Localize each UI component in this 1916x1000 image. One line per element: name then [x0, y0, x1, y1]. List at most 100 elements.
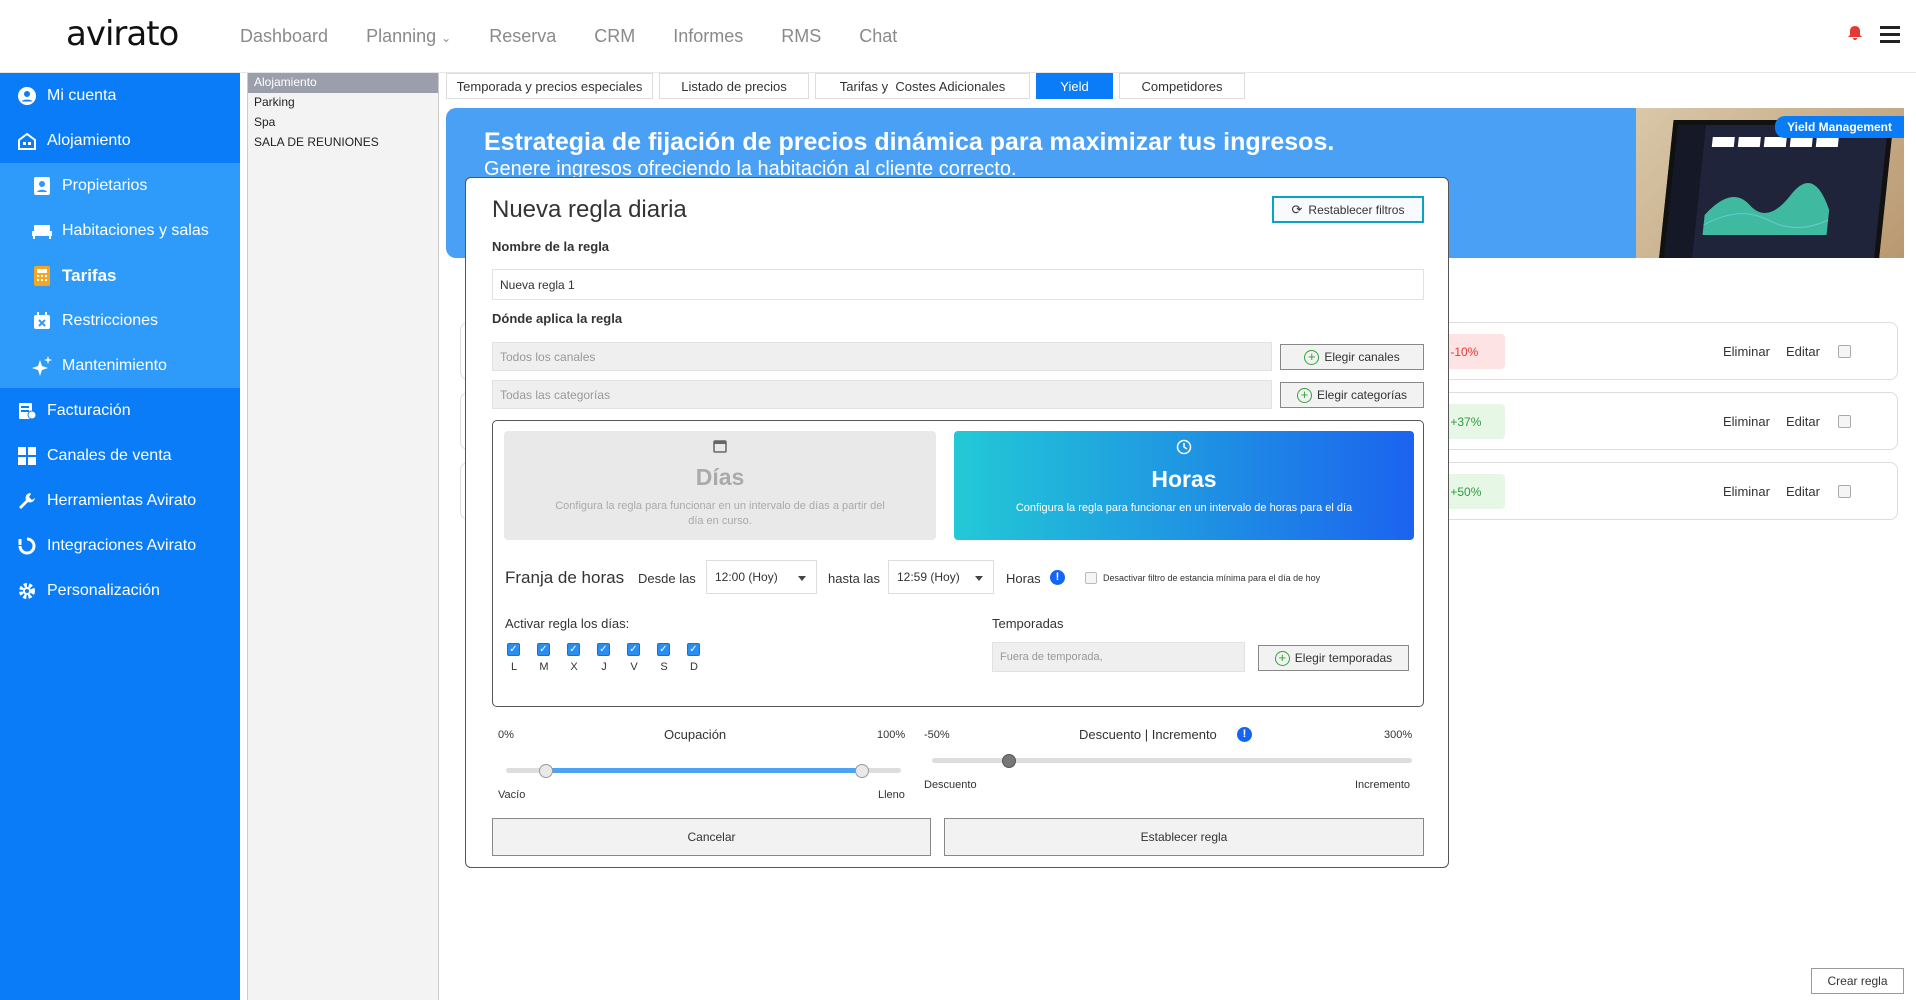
grid-icon	[17, 446, 37, 466]
tab-listado[interactable]: Listado de precios	[659, 73, 809, 99]
calculator-icon	[32, 265, 52, 286]
delete-link[interactable]: Eliminar	[1723, 484, 1770, 499]
hotel-icon	[17, 131, 37, 151]
nav-planning[interactable]: Planning ⌄	[366, 26, 451, 47]
category-list: Alojamiento Parking Spa SALA DE REUNIONE…	[247, 73, 439, 1000]
channels-input[interactable]: Todos los canales	[492, 342, 1272, 371]
nav-rms[interactable]: RMS	[781, 26, 821, 47]
main-nav: Dashboard Planning ⌄ Reserva CRM Informe…	[240, 26, 935, 47]
day-checkbox[interactable]: ✓ X	[567, 643, 581, 673]
nav-crm[interactable]: CRM	[594, 26, 635, 47]
day-checkbox[interactable]: ✓ D	[687, 643, 701, 673]
occupancy-max-handle[interactable]	[854, 764, 869, 778]
nav-informes[interactable]: Informes	[673, 26, 743, 47]
sidebar-item-herramientas[interactable]: Herramientas Avirato	[0, 478, 240, 523]
category-item[interactable]: SALA DE REUNIONES	[248, 133, 438, 153]
seasons-input[interactable]: Fuera de temporada,	[992, 642, 1245, 672]
chevron-down-icon: ⌄	[441, 31, 452, 45]
min-stay-checkbox[interactable]	[1085, 572, 1097, 584]
sidebar-item-tarifas[interactable]: Tarifas	[0, 253, 240, 298]
sidebar-item-propietarios[interactable]: Propietarios	[0, 163, 240, 208]
tab-tarifas[interactable]: Tarifas y Costes Adicionales	[815, 73, 1030, 99]
hours-mode-card[interactable]: Horas Configura la regla para funcionar …	[954, 431, 1414, 540]
discount-max: 300%	[1384, 729, 1413, 741]
rule-checkbox[interactable]	[1838, 415, 1851, 428]
discount-min: -50%	[924, 729, 950, 741]
sidebar-item-integraciones[interactable]: Integraciones Avirato	[0, 523, 240, 568]
tab-temporada[interactable]: Temporada y precios especiales	[446, 73, 653, 99]
rule-checkbox[interactable]	[1838, 485, 1851, 498]
sidebar-item-mantenimiento[interactable]: Mantenimiento	[0, 343, 240, 388]
edit-link[interactable]: Editar	[1786, 344, 1820, 359]
user-icon	[17, 86, 37, 106]
sidebar-item-alojamiento[interactable]: Alojamiento	[0, 118, 240, 163]
edit-link[interactable]: Editar	[1786, 484, 1820, 499]
day-checkbox[interactable]: ✓ V	[627, 643, 641, 673]
choose-seasons-button[interactable]: + Elegir temporadas	[1258, 645, 1409, 671]
day-checkbox[interactable]: ✓ S	[657, 643, 671, 673]
plus-circle-icon: +	[1274, 650, 1290, 666]
sidebar-item-personalizacion[interactable]: Personalización	[0, 568, 240, 613]
bell-icon[interactable]	[1848, 25, 1862, 41]
sidebar-item-mi-cuenta[interactable]: Mi cuenta	[0, 73, 240, 118]
occupancy-max: 100%	[877, 729, 906, 741]
category-item[interactable]: Alojamiento	[248, 73, 438, 93]
logo[interactable]: avirato	[66, 14, 179, 54]
edit-link[interactable]: Editar	[1786, 414, 1820, 429]
delete-link[interactable]: Eliminar	[1723, 344, 1770, 359]
where-label: Dónde aplica la regla	[492, 311, 623, 326]
menu-icon[interactable]	[1880, 26, 1900, 47]
create-rule-button[interactable]: Crear regla	[1811, 968, 1904, 994]
nav-dashboard[interactable]: Dashboard	[240, 26, 328, 47]
rule-name-label: Nombre de la regla	[492, 239, 610, 254]
tab-competidores[interactable]: Competidores	[1119, 73, 1245, 99]
choose-channels-button[interactable]: + Elegir canales	[1280, 344, 1424, 370]
nav-reserva[interactable]: Reserva	[489, 26, 556, 47]
info-icon[interactable]: !	[1237, 727, 1252, 742]
nav-chat[interactable]: Chat	[859, 26, 897, 47]
set-rule-button[interactable]: Establecer regla	[944, 818, 1424, 856]
from-label: Desde las	[638, 571, 696, 586]
sidebar-item-habitaciones[interactable]: Habitaciones y salas	[0, 208, 240, 253]
discount-slider-handle[interactable]	[1001, 754, 1016, 768]
day-checkbox[interactable]: ✓ L	[507, 643, 521, 673]
sidebar-item-facturacion[interactable]: Facturación	[0, 388, 240, 433]
sidebar-item-restricciones[interactable]: Restricciones	[0, 298, 240, 343]
to-time-select[interactable]: 12:59 (Hoy)	[888, 560, 994, 594]
reset-filters-button[interactable]: ⟳ Restablecer filtros	[1272, 196, 1424, 223]
tab-yield[interactable]: Yield	[1036, 73, 1113, 99]
category-item[interactable]: Parking	[248, 93, 438, 113]
days-description: Configura la regla para funcionar en un …	[555, 500, 885, 527]
rule-name-input[interactable]: Nueva regla 1	[492, 269, 1424, 300]
banner-title: Estrategia de fijación de precios dinámi…	[484, 128, 1335, 156]
gear-icon	[17, 581, 37, 601]
day-checkbox[interactable]: ✓ J	[597, 643, 611, 673]
rule-checkbox[interactable]	[1838, 345, 1851, 358]
categories-input[interactable]: Todas las categorías	[492, 380, 1272, 409]
discount-title: Descuento | Incremento	[1079, 727, 1217, 742]
days-mode-card[interactable]: Días Configura la regla para funcionar e…	[504, 431, 936, 540]
occupancy-slider-fill	[545, 768, 862, 773]
activate-days-label: Activar regla los días:	[505, 616, 630, 631]
day-checkbox[interactable]: ✓ M	[537, 643, 551, 673]
delete-link[interactable]: Eliminar	[1723, 414, 1770, 429]
min-stay-label: Desactivar filtro de estancia mínima par…	[1103, 573, 1321, 583]
sidebar-item-canales[interactable]: Canales de venta	[0, 433, 240, 478]
tabs: Temporada y precios especiales Listado d…	[446, 73, 1251, 99]
discount-high-label: Incremento	[1355, 779, 1411, 791]
category-item[interactable]: Spa	[248, 113, 438, 133]
choose-categories-button[interactable]: + Elegir categorías	[1280, 382, 1424, 408]
occupancy-min-handle[interactable]	[538, 764, 553, 778]
occupancy-low-label: Vacío	[498, 789, 526, 801]
seasons-label: Temporadas	[992, 616, 1064, 631]
days-title: Días	[695, 464, 745, 490]
wrench-icon	[17, 491, 37, 511]
sidebar-submenu: Propietarios Habitaciones y salas Tarifa…	[0, 163, 240, 388]
sparkle-icon	[32, 355, 52, 376]
laptop-image: Yield Management	[1636, 108, 1904, 258]
info-icon[interactable]: !	[1050, 570, 1065, 585]
from-time-select[interactable]: 12:00 (Hoy)	[706, 560, 817, 594]
cancel-button[interactable]: Cancelar	[492, 818, 931, 856]
occupancy-title: Ocupación	[664, 727, 727, 742]
bed-icon	[32, 221, 52, 241]
